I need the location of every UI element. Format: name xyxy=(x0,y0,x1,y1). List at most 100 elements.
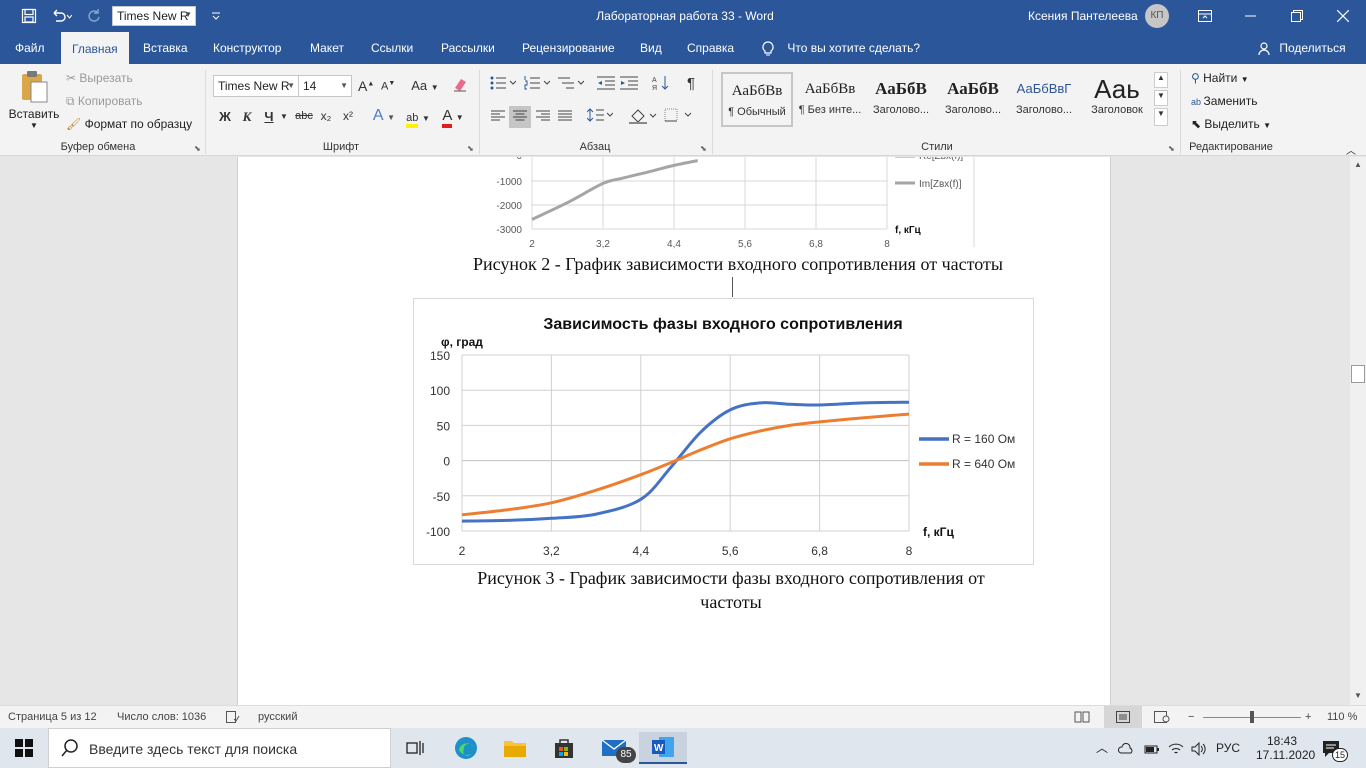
borders-icon[interactable] xyxy=(663,108,693,125)
scroll-down-icon[interactable]: ▼ xyxy=(1350,691,1366,700)
tab-home[interactable]: Главная xyxy=(61,32,129,64)
onedrive-icon[interactable] xyxy=(1117,728,1134,768)
tab-review[interactable]: Рецензирование xyxy=(511,32,626,64)
tab-insert[interactable]: Вставка xyxy=(132,32,199,64)
copy-button[interactable]: ⧉ Копировать xyxy=(66,94,143,109)
clock[interactable]: 18:43 17.11.2020 xyxy=(1256,728,1315,768)
notifications-icon[interactable]: 15 xyxy=(1322,728,1348,768)
shading-icon[interactable] xyxy=(628,108,658,127)
page-count[interactable]: Страница 5 из 12 xyxy=(8,706,97,729)
change-case-icon[interactable]: Aa ▼ xyxy=(410,78,440,93)
cut-button[interactable]: ✂ Вырезать xyxy=(66,71,133,85)
style-title[interactable]: Ааь Заголовок xyxy=(1081,72,1153,127)
line-spacing-icon[interactable] xyxy=(586,108,614,125)
undo-icon[interactable] xyxy=(46,0,76,32)
quick-font-combo[interactable]: Times New R ▼ xyxy=(112,6,196,26)
font-size-combo[interactable]: 14 ▼ xyxy=(298,75,352,97)
style-normal[interactable]: АаБбВв ¶ Обычный xyxy=(721,72,793,127)
styles-more-icon[interactable]: ▼ xyxy=(1154,108,1168,126)
store-icon[interactable] xyxy=(540,732,588,764)
decrease-indent-icon[interactable] xyxy=(597,76,615,93)
font-color-icon[interactable]: A ▼ xyxy=(437,107,469,128)
show-formatting-icon[interactable]: ¶ xyxy=(682,75,700,92)
language-status[interactable]: русский xyxy=(258,706,297,729)
tab-mailings[interactable]: Рассылки xyxy=(430,32,506,64)
save-icon[interactable] xyxy=(14,0,44,32)
input-language[interactable]: РУС xyxy=(1216,728,1240,768)
scroll-up-icon[interactable]: ▲ xyxy=(1350,160,1366,169)
style-heading-2[interactable]: АаБбВ Заголово... xyxy=(937,72,1009,127)
tab-layout[interactable]: Макет xyxy=(299,32,355,64)
user-name[interactable]: Ксения Пантелеева xyxy=(1028,0,1138,32)
zoom-level[interactable]: 110 % xyxy=(1327,706,1357,729)
redo-icon[interactable] xyxy=(82,0,106,32)
style-no-spacing[interactable]: АаБбВв ¶ Без инте... xyxy=(794,72,866,127)
text-effects-icon[interactable]: A ▼ xyxy=(369,107,399,125)
align-left-icon[interactable] xyxy=(490,110,506,125)
style-heading-1[interactable]: АаБбВ Заголово... xyxy=(865,72,937,127)
tab-help[interactable]: Справка xyxy=(676,32,745,64)
format-painter-button[interactable]: 🖌 Формат по образцу xyxy=(66,117,192,131)
highlight-icon[interactable]: ab ▼ xyxy=(402,109,434,128)
select-button[interactable]: ⬉ Выделить ▼ xyxy=(1191,117,1271,131)
grow-font-icon[interactable]: A▲ xyxy=(358,78,374,94)
zoom-out-icon[interactable]: − xyxy=(1188,706,1194,729)
windows-start-icon[interactable] xyxy=(0,732,48,764)
tab-view[interactable]: Вид xyxy=(629,32,673,64)
restore-icon[interactable] xyxy=(1274,0,1320,32)
minimize-icon[interactable] xyxy=(1228,0,1274,32)
file-explorer-icon[interactable] xyxy=(491,732,539,764)
dialog-launcher-icon[interactable]: ⬊ xyxy=(194,144,201,153)
bullets-icon[interactable] xyxy=(489,76,517,93)
task-view-icon[interactable] xyxy=(392,732,440,764)
increase-indent-icon[interactable] xyxy=(620,76,638,93)
sort-icon[interactable]: AЯ xyxy=(652,75,670,94)
tab-references[interactable]: Ссылки xyxy=(360,32,424,64)
underline-button[interactable]: Ч xyxy=(262,109,276,124)
vertical-scrollbar[interactable]: ▲ ▼ xyxy=(1350,157,1366,705)
clear-formatting-icon[interactable] xyxy=(451,76,469,95)
read-mode-icon[interactable] xyxy=(1074,706,1090,729)
collapse-ribbon-icon[interactable]: ︿ xyxy=(1346,142,1356,157)
close-icon[interactable] xyxy=(1320,0,1366,32)
align-right-icon[interactable] xyxy=(535,110,551,125)
battery-icon[interactable] xyxy=(1144,728,1160,768)
dialog-launcher-icon[interactable]: ⬊ xyxy=(700,144,707,153)
document-page[interactable]: 23,24,45,66,88-1000-2000-30000Re[Zвх(f)]… xyxy=(237,157,1111,705)
subscript-button[interactable]: x₂ xyxy=(317,109,335,123)
scroll-thumb[interactable] xyxy=(1351,365,1365,383)
shrink-font-icon[interactable]: A▼ xyxy=(381,80,395,93)
ribbon-display-icon[interactable] xyxy=(1182,0,1228,32)
zoom-slider-thumb[interactable] xyxy=(1250,711,1254,723)
print-layout-icon[interactable] xyxy=(1104,706,1142,729)
replace-button[interactable]: ab Заменить xyxy=(1191,94,1257,108)
share-button[interactable]: Поделиться xyxy=(1258,32,1346,64)
volume-icon[interactable] xyxy=(1191,728,1207,768)
styles-scroll-down-icon[interactable]: ▼ xyxy=(1154,90,1168,106)
bold-button[interactable]: Ж xyxy=(217,109,233,124)
tab-design[interactable]: Конструктор xyxy=(202,32,292,64)
tell-me-search[interactable]: Что вы хотите сделать? xyxy=(762,32,920,64)
multilevel-list-icon[interactable] xyxy=(557,76,585,93)
wifi-icon[interactable] xyxy=(1168,728,1184,768)
customize-icon[interactable] xyxy=(204,0,228,32)
paste-button[interactable]: Вставить ▼ xyxy=(8,70,60,136)
font-family-combo[interactable]: Times New R ▼ xyxy=(213,75,299,97)
align-center-icon[interactable] xyxy=(509,106,531,128)
proofing-icon[interactable] xyxy=(226,706,240,729)
zoom-in-icon[interactable]: + xyxy=(1305,706,1311,729)
tab-file[interactable]: Файл xyxy=(4,32,56,64)
chevron-down-icon[interactable]: ▼ xyxy=(279,112,289,121)
dialog-launcher-icon[interactable]: ⬊ xyxy=(1168,144,1175,153)
phase-chart[interactable]: Зависимость фазы входного сопротивления φ… xyxy=(413,298,1035,566)
word-count[interactable]: Число слов: 1036 xyxy=(117,706,206,729)
styles-scroll-up-icon[interactable]: ▲ xyxy=(1154,72,1168,88)
taskbar-search[interactable]: Введите здесь текст для поиска xyxy=(48,728,391,768)
mail-icon[interactable]: 85 xyxy=(590,732,638,764)
impedance-chart[interactable]: 2 3,2 4,4 5,6 6,8 8 -1000 -2000 -3000 0 Re[Zвх(f)]… xyxy=(238,157,1112,257)
find-button[interactable]: ⚲ Найти ▼ xyxy=(1191,71,1249,85)
edge-icon[interactable] xyxy=(442,732,490,764)
justify-icon[interactable] xyxy=(557,110,573,125)
italic-button[interactable]: К xyxy=(240,109,254,125)
style-heading-3[interactable]: АаБбВвГ Заголово... xyxy=(1008,72,1080,127)
